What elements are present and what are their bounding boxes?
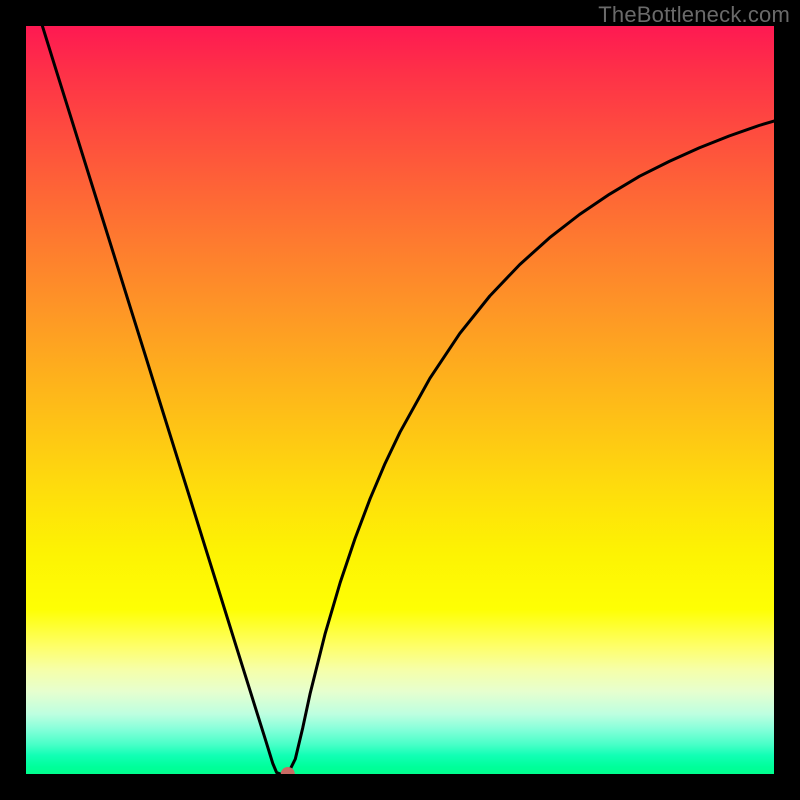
plot-area: [26, 26, 774, 774]
watermark-text: TheBottleneck.com: [598, 2, 790, 28]
chart-stage: TheBottleneck.com: [0, 0, 800, 800]
minimum-marker-dot: [281, 767, 295, 774]
curve-svg: [26, 26, 774, 774]
bottleneck-curve-path: [26, 26, 774, 774]
